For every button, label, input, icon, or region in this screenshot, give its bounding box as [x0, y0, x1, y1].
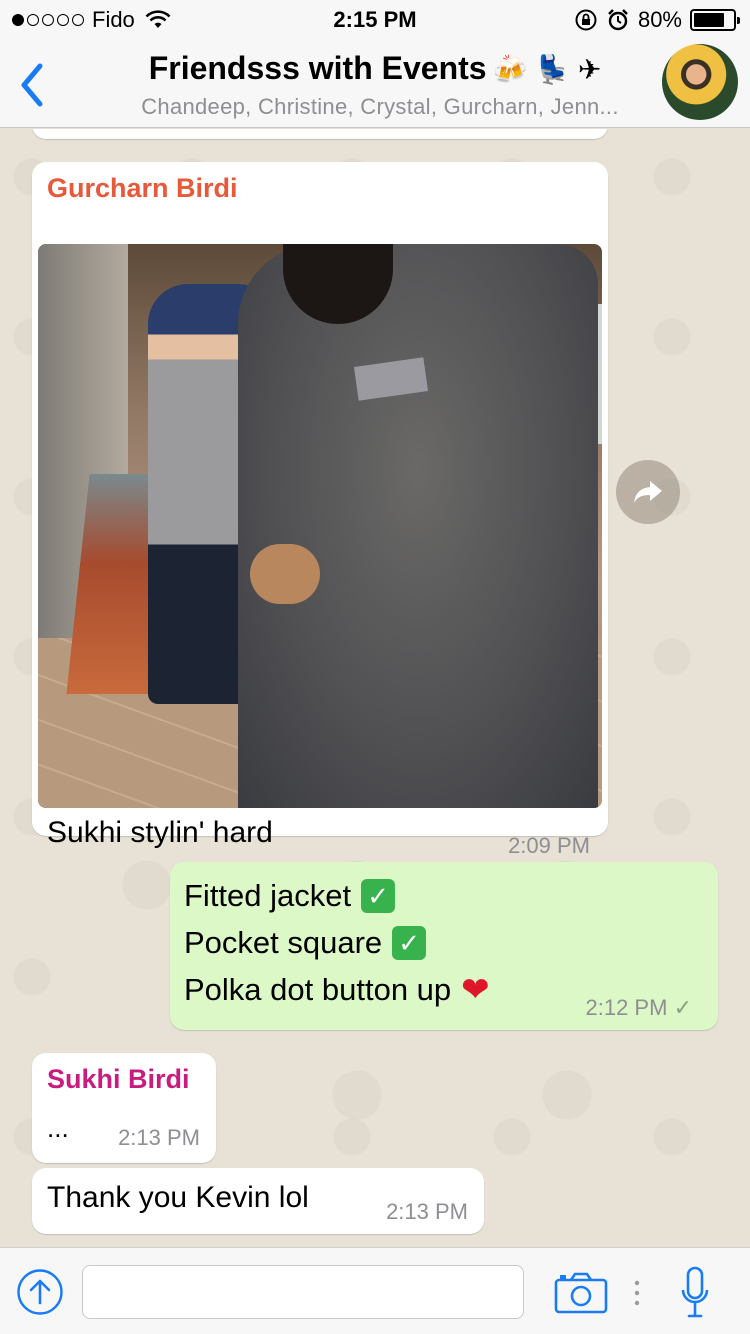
alarm-icon	[608, 9, 628, 31]
check-mark-icon: ✓	[361, 879, 396, 913]
message-time: 2:13 PM	[118, 1125, 200, 1150]
group-members[interactable]: Chandeep, Christine, Crystal, Gurcharn, …	[100, 94, 660, 120]
message-photo[interactable]	[38, 244, 602, 808]
photo-message-bubble[interactable]: Gurcharn Birdi Sukhi stylin' hard 2:09 P…	[32, 162, 608, 858]
attach-button[interactable]	[16, 1268, 64, 1316]
sender-name: Gurcharn Birdi	[47, 173, 238, 203]
previous-message-bubble[interactable]	[32, 129, 608, 139]
heart-icon: ❤	[461, 971, 490, 1009]
incoming-message-bubble[interactable]: Thank you Kevin lol 2:13 PM	[32, 1168, 484, 1234]
forward-icon	[634, 481, 662, 503]
photo-caption: Sukhi stylin' hard	[47, 816, 273, 849]
message-input[interactable]	[82, 1265, 524, 1319]
photo-region	[238, 244, 598, 808]
message-text: ...	[47, 1113, 69, 1143]
microphone-button[interactable]	[680, 1266, 710, 1320]
rotation-lock-icon	[575, 9, 597, 31]
chat-header: Friendsss with Events 🍻 💺 ✈ Chandeep, Chr…	[0, 40, 750, 128]
message-time-text: 2:12 PM	[585, 995, 668, 1020]
sender-name: Sukhi Birdi	[47, 1064, 190, 1094]
status-right: 80%	[574, 7, 740, 33]
message-line: Fitted jacket ✓	[184, 878, 396, 914]
incoming-message-bubble[interactable]: Sukhi Birdi ... 2:13 PM	[32, 1053, 216, 1163]
camera-button[interactable]	[554, 1272, 608, 1314]
battery-percentage: 80%	[637, 7, 682, 32]
outgoing-message-bubble[interactable]: Fitted jacket ✓ Pocket square ✓ Polka do…	[170, 862, 718, 1030]
message-line: Polka dot button up ❤	[184, 972, 490, 1008]
group-title-text: Friendsss with Events	[148, 50, 487, 86]
message-line-text: Fitted jacket	[184, 878, 352, 913]
more-options-icon[interactable]	[634, 1280, 640, 1306]
forward-button[interactable]	[616, 460, 680, 524]
sent-check-icon: ✓	[673, 995, 692, 1020]
chat-messages[interactable]: Gurcharn Birdi Sukhi stylin' hard 2:09 P…	[0, 129, 750, 1247]
message-text: Thank you Kevin lol	[47, 1181, 309, 1214]
message-line: Pocket square ✓	[184, 925, 427, 961]
message-time: 2:09 PM	[508, 833, 590, 858]
status-bar: Fido 2:15 PM 80%	[0, 0, 750, 40]
group-title[interactable]: Friendsss with Events 🍻 💺 ✈	[100, 50, 650, 87]
message-line-text: Pocket square	[184, 925, 383, 960]
group-avatar[interactable]	[662, 44, 738, 120]
message-time: 2:12 PM ✓	[586, 995, 693, 1021]
photo-region	[250, 544, 320, 604]
message-line-text: Polka dot button up	[184, 972, 452, 1007]
group-title-emojis: 🍻 💺 ✈	[492, 54, 602, 85]
battery-fill	[694, 13, 725, 27]
message-composer	[0, 1247, 750, 1334]
message-time: 2:13 PM	[386, 1199, 468, 1224]
battery-icon	[690, 9, 740, 31]
check-mark-icon: ✓	[392, 926, 427, 960]
back-button[interactable]	[14, 58, 50, 112]
